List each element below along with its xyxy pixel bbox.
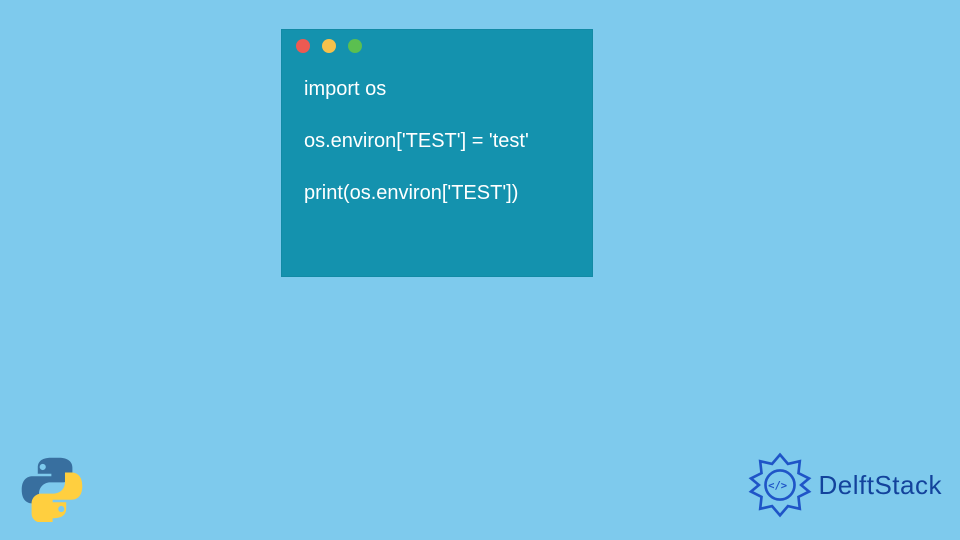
brand-name: DelftStack — [819, 470, 943, 501]
code-snippet: import os os.environ['TEST'] = 'test' pr… — [282, 62, 592, 228]
minimize-icon — [322, 39, 336, 53]
maximize-icon — [348, 39, 362, 53]
brand-ornament-icon: </> — [747, 452, 813, 518]
svg-text:</>: </> — [768, 480, 787, 492]
python-logo-icon — [18, 454, 86, 522]
brand-badge: </> DelftStack — [747, 452, 943, 518]
code-window: import os os.environ['TEST'] = 'test' pr… — [281, 29, 593, 277]
close-icon — [296, 39, 310, 53]
window-titlebar — [282, 30, 592, 62]
